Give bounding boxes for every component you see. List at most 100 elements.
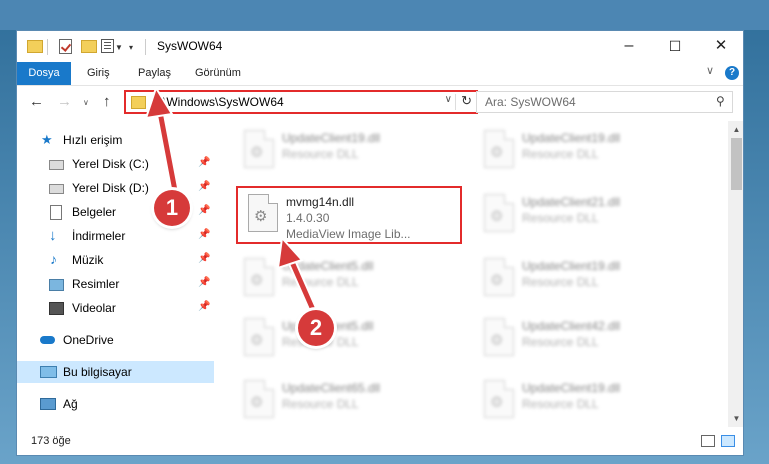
file-name: UpdateClient19.dll [282, 131, 381, 145]
dll-file-icon: ⚙ [484, 258, 514, 296]
file-type: Resource DLL [282, 147, 359, 161]
tab-home[interactable]: Giriş [87, 62, 110, 85]
music-icon: ♪ [50, 251, 57, 267]
file-name: UpdateClient19.dll [522, 259, 621, 273]
nav-label: İndirmeler [72, 229, 126, 243]
status-bar: 173 öğe [17, 427, 743, 455]
pin-icon[interactable]: 📌 [198, 277, 210, 288]
folder-icon [27, 40, 43, 53]
tiles-view-icon[interactable] [721, 435, 735, 447]
address-highlight-box [124, 90, 478, 114]
gear-icon: ⚙ [490, 144, 504, 161]
nav-label: Hızlı erişim [63, 133, 123, 147]
pictures-icon [49, 279, 64, 291]
tab-view[interactable]: Görünüm [195, 62, 241, 85]
nav-label: Müzik [72, 253, 104, 267]
file-name: UpdateClient5.dll [282, 259, 374, 273]
file-type: Resource DLL [522, 211, 599, 225]
scroll-thumb[interactable] [731, 138, 742, 190]
tab-file[interactable]: Dosya [17, 62, 71, 85]
dll-file-icon: ⚙ [484, 194, 514, 232]
file-name: UpdateClient65.dll [282, 381, 381, 395]
dll-file-icon: ⚙ [484, 130, 514, 168]
up-arrow-icon[interactable]: ↑ [103, 93, 111, 110]
close-button[interactable]: ✕ [698, 31, 743, 61]
pin-icon[interactable]: 📌 [198, 229, 210, 240]
file-type: Resource DLL [522, 335, 599, 349]
customize-toolbar-icon[interactable]: ▾ [129, 43, 133, 61]
file-tile[interactable]: ⚙ UpdateClient19.dll Resource DLL [234, 125, 459, 175]
window-title: SysWOW64 [157, 39, 223, 53]
file-tile[interactable]: ⚙ UpdateClient5.dll Resource DLL [234, 313, 459, 363]
file-tile[interactable]: ⚙ UpdateClient5.dll Resource DLL [234, 253, 459, 303]
nav-item-music[interactable]: ♪ Müzik 📌 [17, 249, 214, 271]
gear-icon: ⚙ [250, 332, 264, 349]
details-view-icon[interactable] [701, 435, 715, 447]
document-icon [50, 205, 62, 220]
pin-icon[interactable]: 📌 [198, 301, 210, 312]
nav-item-disk-c[interactable]: Yerel Disk (C:) 📌 [17, 153, 214, 175]
file-name: UpdateClient42.dll [522, 319, 621, 333]
item-count: 173 öğe [31, 435, 71, 447]
file-tile[interactable]: ⚙ UpdateClient21.dll Resource DLL [474, 189, 699, 239]
gear-icon: ⚙ [490, 394, 504, 411]
nav-item-this-pc[interactable]: Bu bilgisayar [17, 361, 214, 383]
file-type: Resource DLL [522, 397, 599, 411]
nav-label: Belgeler [72, 205, 117, 219]
dll-file-icon: ⚙ [244, 318, 274, 356]
recent-locations-icon[interactable]: ∨ [83, 98, 89, 107]
nav-item-pictures[interactable]: Resimler 📌 [17, 273, 214, 295]
search-input[interactable]: Ara: SysWOW64 ⚲ [476, 91, 733, 113]
forward-arrow-icon[interactable]: → [57, 93, 72, 110]
nav-item-quick-access[interactable]: ★ Hızlı erişim [17, 129, 214, 151]
expand-ribbon-icon[interactable]: ∨ [706, 64, 714, 77]
nav-label: Ağ [63, 397, 78, 411]
properties-check-icon[interactable] [59, 39, 72, 54]
nav-item-videos[interactable]: Videolar 📌 [17, 297, 214, 319]
vertical-scrollbar[interactable]: ▲ ▼ [728, 121, 743, 427]
pin-icon[interactable]: 📌 [198, 205, 210, 216]
nav-item-downloads[interactable]: ↓ İndirmeler 📌 [17, 225, 214, 247]
pin-icon[interactable]: 📌 [198, 157, 210, 168]
maximize-button[interactable]: ☐ [652, 31, 698, 61]
nav-label: OneDrive [63, 333, 114, 347]
file-tile[interactable]: ⚙ UpdateClient42.dll Resource DLL [474, 313, 699, 363]
pin-icon[interactable]: 📌 [198, 253, 210, 264]
file-tile[interactable]: ⚙ UpdateClient65.dll Resource DLL [234, 375, 459, 425]
nav-label: Yerel Disk (D:) [72, 181, 149, 195]
ribbon-tabs: Dosya Giriş Paylaş Görünüm ∨ ? [17, 62, 743, 86]
pin-icon[interactable]: 📌 [198, 181, 210, 192]
scroll-down-icon[interactable]: ▼ [728, 410, 743, 427]
tab-share[interactable]: Paylaş [138, 62, 171, 85]
drive-icon [49, 184, 64, 194]
drive-icon [49, 160, 64, 170]
nav-item-network[interactable]: Ağ [17, 393, 214, 415]
file-list: ⚙ UpdateClient19.dll Resource DLL ⚙ mvmg… [216, 121, 728, 427]
navigation-bar: ← → ∨ ↑ C:\Windows\SysWOW64 ∨ ↻ Ara: Sys… [17, 86, 743, 120]
file-tile[interactable]: ⚙ UpdateClient19.dll Resource DLL [474, 253, 699, 303]
back-arrow-icon[interactable]: ← [29, 93, 44, 110]
navigation-pane: ★ Hızlı erişim Yerel Disk (C:) 📌 Yerel D… [17, 121, 214, 427]
dll-file-icon: ⚙ [244, 380, 274, 418]
nav-label: Bu bilgisayar [63, 365, 132, 379]
properties-icon[interactable] [101, 39, 114, 53]
search-icon[interactable]: ⚲ [716, 94, 725, 108]
dll-file-icon: ⚙ [244, 258, 274, 296]
help-button[interactable]: ? [725, 66, 739, 80]
download-icon: ↓ [49, 227, 57, 244]
scroll-up-icon[interactable]: ▲ [728, 121, 743, 138]
file-tile[interactable]: ⚙ UpdateClient19.dll Resource DLL [474, 375, 699, 425]
gear-icon: ⚙ [250, 272, 264, 289]
nav-label: Yerel Disk (C:) [72, 157, 149, 171]
nav-item-onedrive[interactable]: OneDrive [17, 329, 214, 351]
gear-icon: ⚙ [490, 332, 504, 349]
gear-icon: ⚙ [250, 144, 264, 161]
gear-icon: ⚙ [490, 272, 504, 289]
minimize-button[interactable]: – [606, 31, 652, 61]
new-folder-icon[interactable] [81, 40, 97, 53]
toolbar-separator [47, 39, 48, 55]
title-bar: ▼ ▾ SysWOW64 – ☐ ✕ [17, 31, 743, 62]
file-type: Resource DLL [522, 147, 599, 161]
file-tile[interactable]: ⚙ UpdateClient19.dll Resource DLL [474, 125, 699, 175]
chevron-down-icon[interactable]: ▼ [115, 43, 123, 61]
